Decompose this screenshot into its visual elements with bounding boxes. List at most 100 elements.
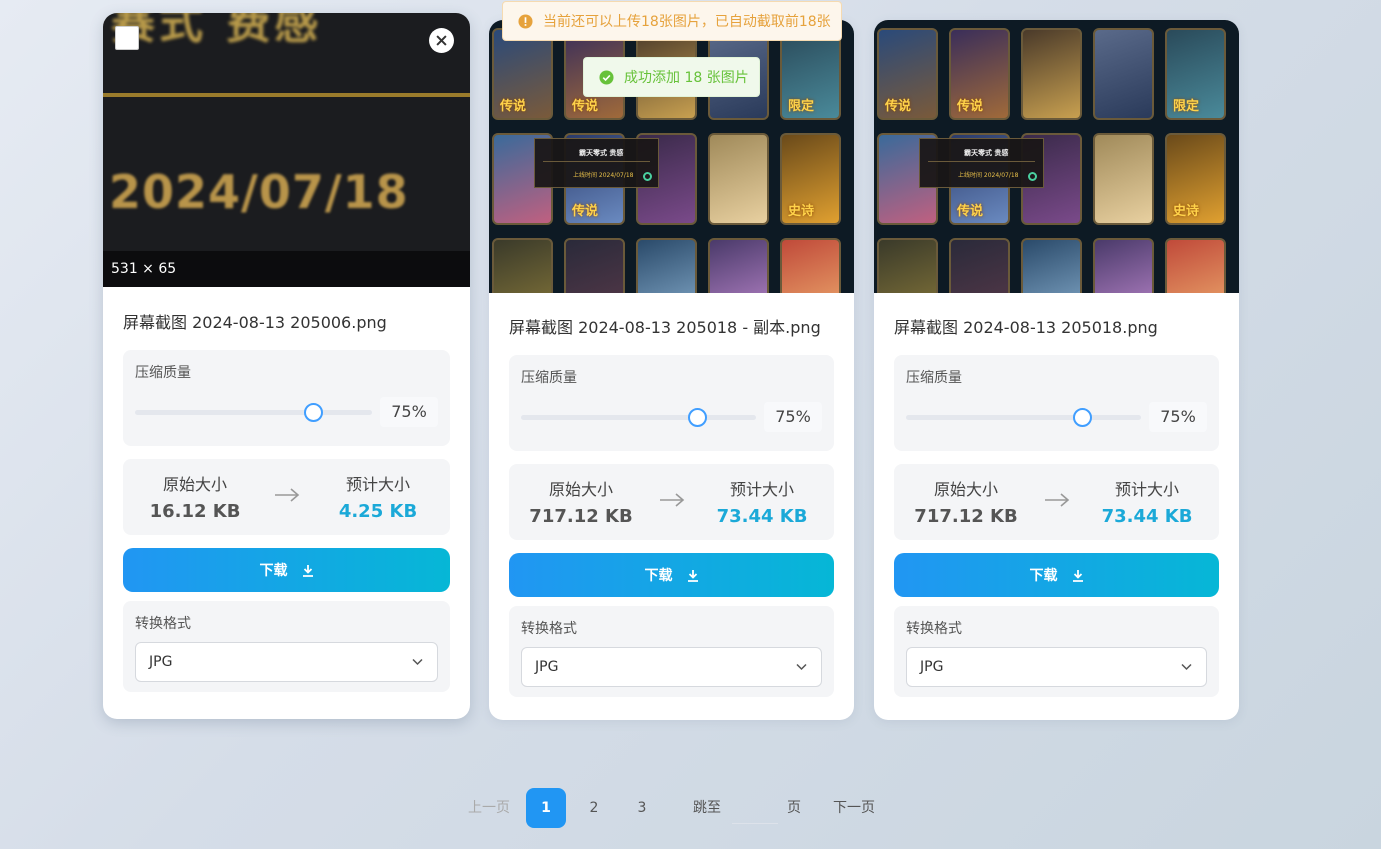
original-size-label: 原始大小: [162, 475, 227, 494]
quality-slider[interactable]: [135, 403, 372, 422]
slider-handle[interactable]: [688, 408, 708, 427]
format-select[interactable]: JPG: [906, 647, 1207, 687]
quality-panel: 压缩质量 75%: [894, 355, 1219, 451]
arrow-right-icon: [274, 488, 299, 502]
image-card: 传说 传说 限定 传说 史诗 霸天零式 贵感 上线时间 2024/07/18 屏幕截图 …: [874, 20, 1239, 720]
quality-label: 压缩质量: [521, 370, 577, 386]
warning-icon: [518, 13, 533, 29]
image-card: 传说 传说 限定 传说 史诗 霸天零式 贵感 上线时间 2024/07/18 屏幕截图 …: [489, 20, 854, 720]
thumbnail-tooltip: 霸天零式 贵感 上线时间 2024/07/18: [534, 138, 659, 188]
jump-page-input[interactable]: [732, 794, 778, 824]
download-button-label: 下载: [259, 563, 288, 579]
thumbnail-tile: 传说: [877, 28, 938, 120]
jump-suffix-label: 页: [787, 800, 801, 816]
quality-slider[interactable]: [521, 408, 756, 427]
format-select[interactable]: JPG: [521, 647, 822, 687]
size-comparison: 原始大小 717.12 KB 预计大小 73.44 KB: [509, 464, 834, 540]
download-button[interactable]: 下载: [123, 548, 450, 592]
page-button-1[interactable]: 1: [526, 788, 566, 828]
format-select-value: JPG: [920, 659, 944, 675]
thumbnail-tile: [1093, 133, 1154, 225]
warning-toast: 当前还可以上传18张图片，已自动截取前18张: [502, 1, 842, 41]
tooltip-ring-icon: [643, 172, 652, 181]
estimated-size-label: 预计大小: [345, 475, 410, 494]
estimated-size-block: 预计大小 73.44 KB: [702, 476, 822, 527]
thumbnail-tile: [636, 238, 697, 293]
original-size-block: 原始大小 717.12 KB: [521, 476, 641, 527]
success-toast-text: 成功添加 18 张图片: [624, 70, 749, 86]
chevron-down-icon: [1181, 663, 1192, 671]
tooltip-divider: [543, 161, 650, 162]
chevron-down-icon: [412, 658, 423, 666]
format-label: 转换格式: [135, 616, 191, 632]
thumbnail-tile: 传说: [949, 28, 1010, 120]
format-panel: 转换格式 JPG: [894, 606, 1219, 697]
tooltip-subtitle: 上线时间 2024/07/18: [573, 172, 634, 179]
thumbnail-tooltip: 霸天零式 贵感 上线时间 2024/07/18: [919, 138, 1044, 188]
tile-rarity-label: 传说: [500, 99, 527, 114]
download-button[interactable]: 下载: [894, 553, 1219, 597]
page-button-2[interactable]: 2: [574, 788, 614, 828]
jump-label: 跳至: [693, 800, 721, 816]
quality-value[interactable]: 75%: [1149, 402, 1207, 432]
tooltip-divider: [928, 161, 1035, 162]
format-select[interactable]: JPG: [135, 642, 438, 682]
format-label: 转换格式: [521, 621, 577, 637]
arrow-right-icon: [1044, 493, 1069, 507]
thumbnail-tile: [1093, 238, 1154, 293]
thumbnail-tile: [1021, 28, 1082, 120]
original-size-value: 16.12 KB: [149, 501, 241, 522]
estimated-size-block: 预计大小 4.25 KB: [318, 471, 438, 522]
estimated-size-value: 4.25 KB: [338, 501, 418, 522]
estimated-size-value: 73.44 KB: [716, 506, 808, 527]
format-panel: 转换格式 JPG: [123, 601, 450, 692]
download-button[interactable]: 下载: [509, 553, 834, 597]
page-button-3[interactable]: 3: [622, 788, 662, 828]
checkbox-icon[interactable]: [115, 26, 139, 50]
size-comparison: 原始大小 16.12 KB 预计大小 4.25 KB: [123, 459, 450, 535]
original-size-block: 原始大小 717.12 KB: [906, 476, 1026, 527]
quality-label: 压缩质量: [135, 365, 191, 381]
thumbnail-top-text: 赛式 费感: [111, 13, 323, 49]
tile-rarity-label: 传说: [885, 99, 912, 114]
original-size-block: 原始大小 16.12 KB: [135, 471, 255, 522]
thumbnail-tile: [708, 238, 769, 293]
close-icon[interactable]: [429, 28, 454, 53]
tile-rarity-label: 传说: [957, 99, 984, 114]
estimated-size-block: 预计大小 73.44 KB: [1087, 476, 1207, 527]
estimated-size-label: 预计大小: [729, 480, 794, 499]
download-button-label: 下载: [1029, 568, 1058, 584]
download-button-label: 下载: [644, 568, 673, 584]
download-icon: [1072, 569, 1083, 582]
tile-rarity-label: 传说: [572, 204, 599, 219]
slider-handle[interactable]: [1073, 408, 1093, 427]
file-name: 屏幕截图 2024-08-13 205018.png: [894, 318, 1158, 337]
tile-rarity-label: 限定: [1173, 99, 1200, 114]
format-select-value: JPG: [535, 659, 559, 675]
download-icon: [302, 564, 313, 577]
estimated-size-label: 预计大小: [1114, 480, 1179, 499]
original-size-value: 717.12 KB: [529, 506, 633, 527]
tile-rarity-label: 史诗: [788, 204, 815, 219]
warning-toast-text: 当前还可以上传18张图片，已自动截取前18张: [543, 14, 831, 30]
success-toast: 成功添加 18 张图片: [583, 57, 760, 97]
slider-handle[interactable]: [303, 403, 323, 422]
prev-page-button[interactable]: 上一页: [468, 788, 510, 828]
size-comparison: 原始大小 717.12 KB 预计大小 73.44 KB: [894, 464, 1219, 540]
thumbnail-tile: 史诗: [1165, 133, 1226, 225]
thumbnail-tile: [1165, 238, 1226, 293]
estimated-size-value: 73.44 KB: [1101, 506, 1193, 527]
thumbnail-tile: [780, 238, 841, 293]
image-dimensions: 531 × 65: [103, 251, 470, 287]
next-page-button[interactable]: 下一页: [833, 788, 875, 828]
quality-slider[interactable]: [906, 408, 1141, 427]
quality-value[interactable]: 75%: [380, 397, 438, 427]
format-panel: 转换格式 JPG: [509, 606, 834, 697]
original-size-label: 原始大小: [548, 480, 613, 499]
thumbnail-tile: 限定: [780, 28, 841, 120]
check-circle-icon: [599, 69, 614, 85]
quality-label: 压缩质量: [906, 370, 962, 386]
arrow-right-icon: [659, 493, 684, 507]
original-size-value: 717.12 KB: [914, 506, 1018, 527]
quality-value[interactable]: 75%: [764, 402, 822, 432]
